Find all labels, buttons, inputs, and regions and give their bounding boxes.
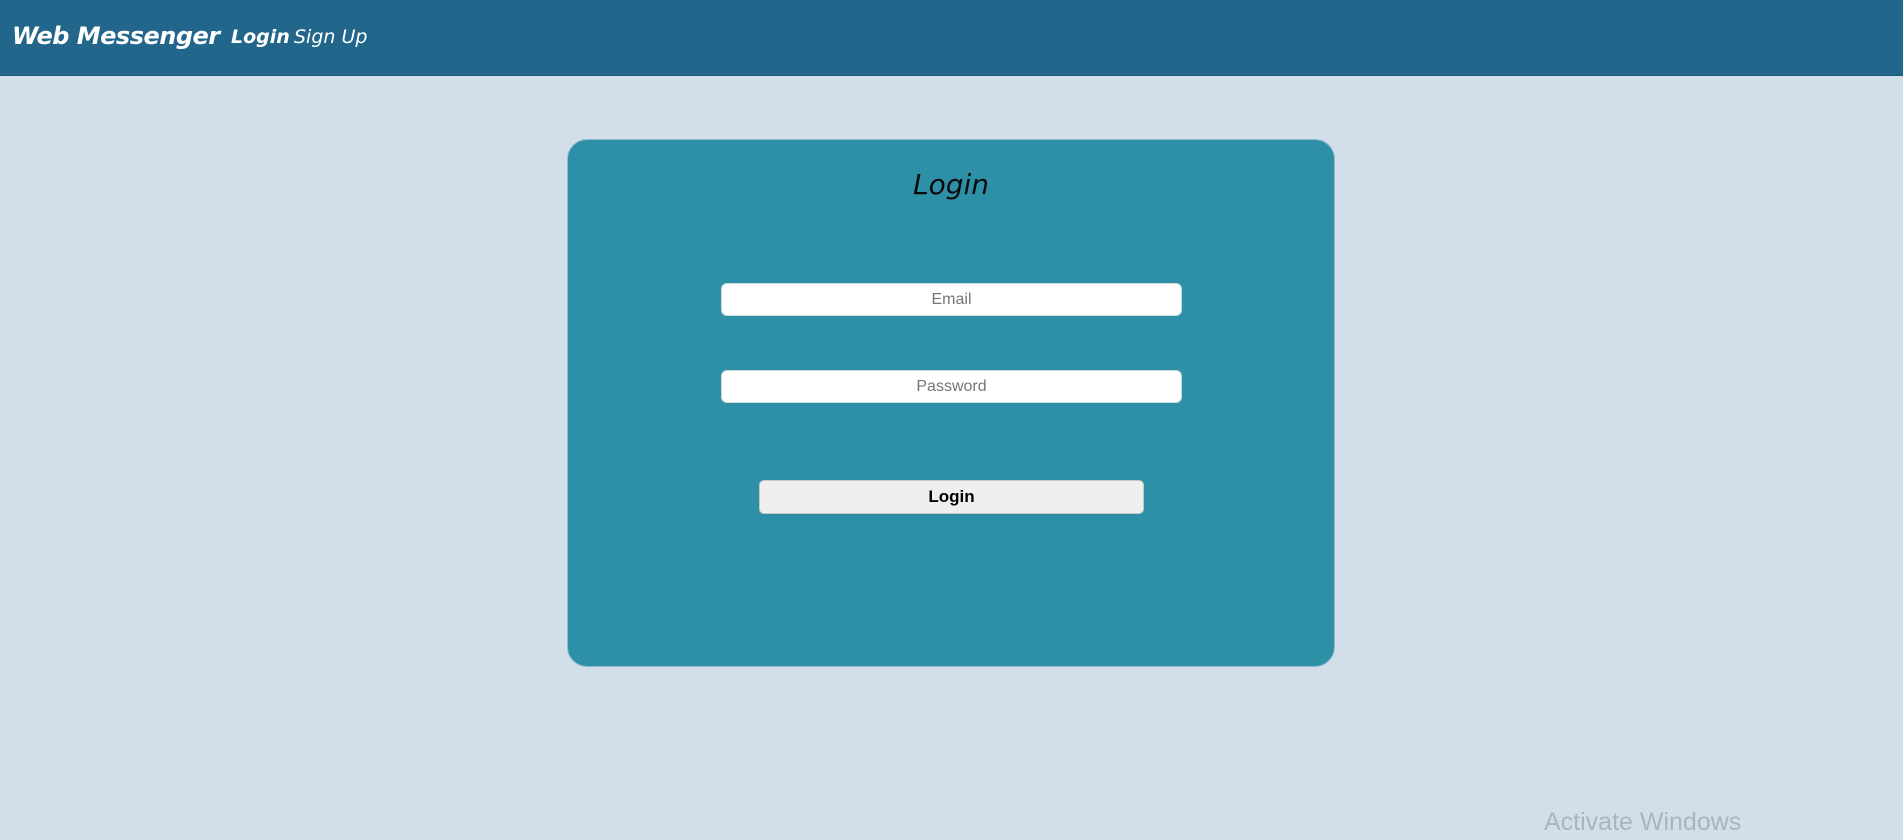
login-title: Login	[912, 168, 990, 201]
activate-windows-watermark: Activate Windows	[1544, 808, 1742, 836]
email-field[interactable]	[721, 283, 1182, 316]
nav-link-signup[interactable]: Sign Up	[294, 26, 367, 48]
login-card: Login Login	[567, 139, 1335, 667]
brand-logo[interactable]: Web Messenger	[12, 22, 220, 50]
top-navbar: Web Messenger Login Sign Up	[0, 0, 1903, 76]
password-field[interactable]	[721, 370, 1182, 403]
nav-link-login[interactable]: Login	[231, 26, 290, 48]
login-button[interactable]: Login	[759, 480, 1144, 514]
